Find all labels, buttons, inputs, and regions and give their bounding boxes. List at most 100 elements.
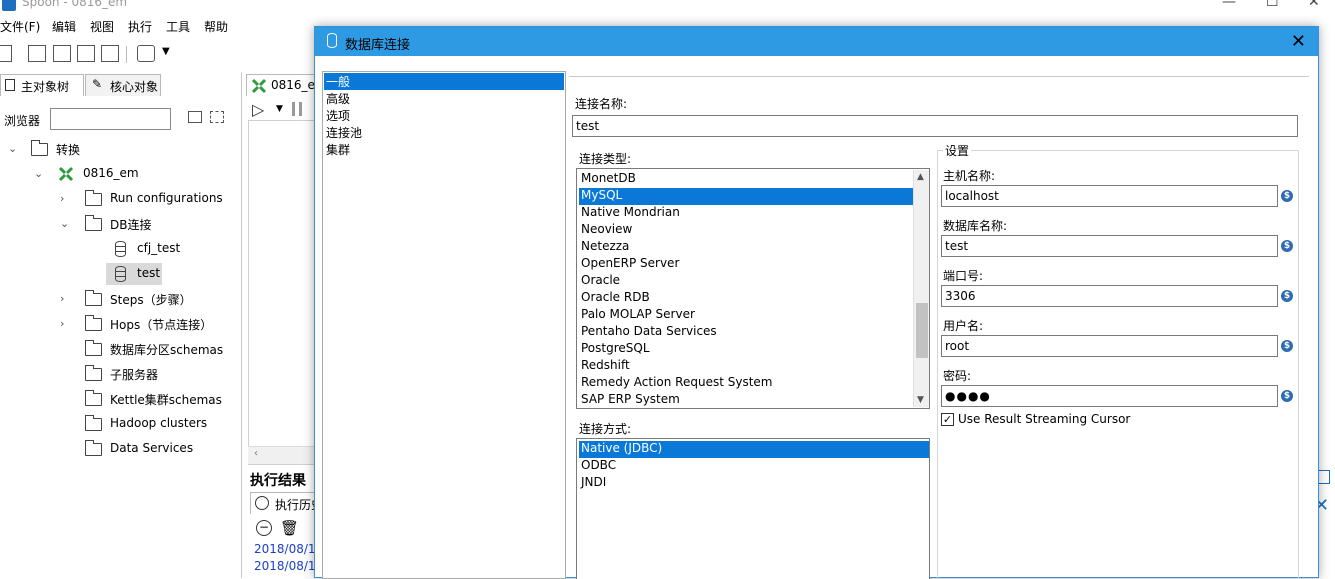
tree-label: test [137, 266, 161, 280]
log-line: 2018/08/1 [254, 542, 316, 556]
chevron-down-icon[interactable]: ▼ [162, 46, 170, 57]
category-general[interactable]: 一般 [324, 73, 564, 90]
tree-item-connection-test[interactable]: test [106, 263, 162, 285]
browser-search-input[interactable] [50, 108, 171, 130]
list-item[interactable]: Neoview [579, 222, 913, 239]
category-clustering[interactable]: 集群 [324, 141, 564, 158]
menu-tools[interactable]: 工具 [166, 18, 190, 35]
layers-icon[interactable] [137, 45, 155, 62]
list-item[interactable]: JNDI [579, 475, 929, 492]
open-folder-icon[interactable] [28, 45, 46, 62]
chevron-right-icon[interactable]: › [60, 192, 70, 205]
database-name-input[interactable]: test [941, 235, 1278, 257]
explore-repository-icon[interactable] [53, 45, 71, 62]
chevron-down-icon[interactable]: ⌄ [34, 167, 44, 180]
tree-item-hops[interactable]: › Hops（节点连接） [0, 313, 240, 335]
menu-edit[interactable]: 编辑 [52, 18, 76, 35]
connection-name-input[interactable]: test [572, 115, 1298, 137]
list-item-selected[interactable]: MySQL [579, 188, 913, 205]
variable-icon[interactable]: $ [1281, 190, 1293, 202]
chevron-down-icon[interactable]: ▼ [276, 104, 283, 114]
connection-type-scrollbar[interactable]: ▲ ▼ [913, 170, 929, 407]
collapse-tree-icon[interactable] [210, 111, 224, 123]
list-item-selected[interactable]: Native (JDBC) [579, 441, 929, 458]
category-advanced[interactable]: 高级 [324, 90, 564, 107]
pause-icon[interactable] [292, 102, 302, 116]
variable-icon[interactable]: $ [1281, 340, 1293, 352]
list-item[interactable]: Palo MOLAP Server [579, 307, 913, 324]
menu-file[interactable]: 文件(F) [0, 18, 40, 35]
transformation-canvas[interactable] [248, 120, 319, 465]
tab-transformation-0816-em[interactable]: 0816_em [246, 74, 327, 96]
tree-item-transformation-0816-em[interactable]: ⌄ 0816_em [0, 163, 240, 185]
scroll-left-icon[interactable]: ‹ [254, 448, 258, 459]
save-as-icon[interactable] [101, 45, 119, 62]
chevron-right-icon[interactable]: › [60, 317, 70, 330]
close-window-icon[interactable]: ✕ [1308, 0, 1320, 10]
list-item[interactable]: OpenERP Server [579, 256, 913, 273]
tree-item-transformations[interactable]: ⌄ 转换 [0, 138, 240, 160]
username-input[interactable]: root [941, 335, 1278, 357]
list-item[interactable]: Remedy Action Request System [579, 375, 913, 392]
save-icon[interactable] [77, 45, 95, 62]
tree-label: Steps（步骤） [110, 293, 192, 307]
result-streaming-checkbox[interactable]: ✓ [941, 413, 954, 426]
tree-item-steps[interactable]: › Steps（步骤） [0, 288, 240, 310]
tree-item-data-services[interactable]: Data Services [0, 438, 240, 460]
connection-type-list[interactable]: MonetDB MySQL Native Mondrian Neoview Ne… [576, 168, 930, 409]
variable-icon[interactable]: $ [1281, 290, 1293, 302]
maximize-icon[interactable]: ☐ [1266, 0, 1279, 10]
list-item[interactable]: PostgreSQL [579, 341, 913, 358]
new-file-icon[interactable] [0, 45, 12, 62]
tab-execution-history[interactable]: 执行历史 [250, 492, 319, 514]
tree-label: Hops（节点连接） [110, 318, 213, 332]
username-label: 用户名: [943, 319, 984, 333]
scroll-up-icon[interactable]: ▲ [917, 172, 924, 182]
canvas-horizontal-scrollbar[interactable]: ‹ [248, 446, 319, 464]
host-input[interactable]: localhost [941, 185, 1278, 207]
tree-label: Data Services [110, 441, 194, 455]
tree-item-cluster-schemas[interactable]: Kettle集群schemas [0, 388, 240, 410]
menu-run[interactable]: 执行 [128, 18, 152, 35]
category-options[interactable]: 选项 [324, 107, 564, 124]
run-icon[interactable]: ▷ [252, 100, 264, 119]
list-item[interactable]: Pentaho Data Services [579, 324, 913, 341]
menu-help[interactable]: 帮助 [204, 18, 228, 35]
tree-item-partition-schemas[interactable]: 数据库分区schemas [0, 338, 240, 360]
tree-item-hadoop-clusters[interactable]: Hadoop clusters [0, 413, 240, 435]
chevron-right-icon[interactable]: › [60, 292, 70, 305]
menu-bar: 文件(F) 编辑 视图 执行 工具 帮助 [0, 15, 330, 37]
list-item[interactable]: SAP ERP System [579, 392, 913, 408]
tree-item-run-configurations[interactable]: › Run configurations [0, 188, 240, 210]
tree-item-connection-cfj-test[interactable]: cfj_test [108, 238, 180, 260]
list-item[interactable]: Netezza [579, 239, 913, 256]
port-input[interactable]: 3306 [941, 285, 1278, 307]
list-item[interactable]: Oracle RDB [579, 290, 913, 307]
remove-icon[interactable]: − [256, 520, 272, 536]
tree-item-slave-servers[interactable]: 子服务器 [0, 363, 240, 385]
trash-icon[interactable]: 🗑 [280, 519, 299, 537]
expand-tree-icon[interactable] [188, 111, 202, 123]
menu-view[interactable]: 视图 [90, 18, 114, 35]
list-item[interactable]: Redshift [579, 358, 913, 375]
tree-item-db-connections[interactable]: ⌄ DB连接 [0, 213, 240, 235]
minimize-icon[interactable]: — [1222, 0, 1236, 10]
chevron-down-icon[interactable]: ⌄ [60, 217, 70, 230]
access-method-label: 连接方式: [579, 422, 632, 436]
scrollbar-thumb[interactable] [916, 303, 928, 358]
transformation-icon [251, 78, 267, 94]
chevron-down-icon[interactable]: ⌄ [8, 142, 18, 155]
category-pooling[interactable]: 连接池 [324, 124, 564, 141]
variable-icon[interactable]: $ [1281, 240, 1293, 252]
tab-main-tree[interactable]: 主对象树 [0, 74, 84, 96]
password-input[interactable]: ●●●● [941, 385, 1278, 407]
close-icon[interactable]: ✕ [1291, 31, 1306, 52]
tab-core-objects[interactable]: ✎ 核心对象 [85, 74, 161, 96]
list-item[interactable]: Native Mondrian [579, 205, 913, 222]
access-method-list[interactable]: Native (JDBC) ODBC JNDI [576, 438, 930, 579]
variable-icon[interactable]: $ [1281, 390, 1293, 402]
list-item[interactable]: MonetDB [579, 171, 913, 188]
list-item[interactable]: Oracle [579, 273, 913, 290]
list-item[interactable]: ODBC [579, 458, 929, 475]
scroll-down-icon[interactable]: ▼ [917, 395, 924, 405]
